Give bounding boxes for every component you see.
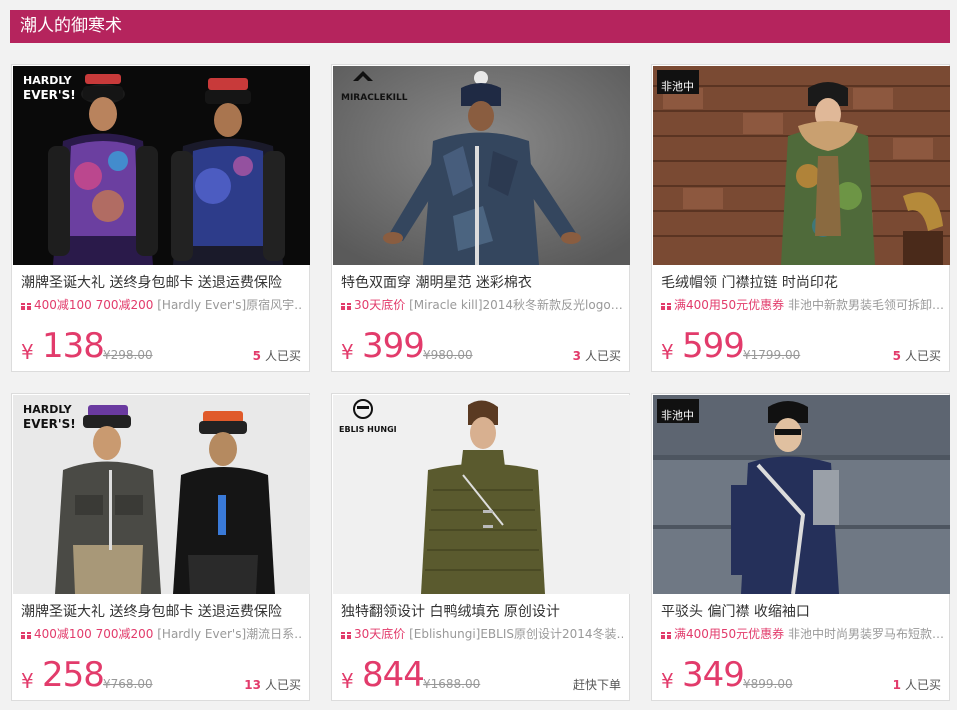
sold-count: 1: [892, 678, 901, 692]
promo-line: 满400用50元优惠券 非池中新款男装毛领可拆卸…: [661, 296, 943, 313]
original-price: ¥899.00: [743, 677, 793, 691]
promo-text: [Eblishungi]EBLIS原创设计2014冬装…: [405, 627, 623, 641]
product-title[interactable]: 平驳头 偏门襟 收缩袖口: [661, 601, 810, 621]
section-header: 潮人的御寒术: [10, 10, 950, 43]
price-row: ¥ 349 ¥899.00 1 人已买: [661, 655, 943, 695]
product-title[interactable]: 特色双面穿 潮明星范 迷彩棉衣: [341, 272, 532, 292]
currency-symbol: ¥: [21, 340, 34, 364]
promo-tag: 满400用50元优惠券: [674, 627, 785, 641]
gift-icon: [21, 300, 31, 310]
price-row: ¥ 399 ¥980.00 3 人已买: [341, 326, 623, 366]
promo-text: [Miracle kill]2014秋冬新款反光logo…: [405, 298, 623, 312]
gift-icon: [21, 629, 31, 639]
promo-text: [Hardly Ever's]潮流日系…: [153, 627, 303, 641]
promo-tag: 400减100 700减200: [34, 627, 154, 641]
product-card[interactable]: HARDLY EVER'S! 潮牌圣诞大礼 送终身包邮卡 送退运费保险 400减…: [11, 64, 310, 372]
current-price: 599: [682, 326, 745, 366]
original-price: ¥1688.00: [423, 677, 481, 691]
svg-text:EBLIS HUNGI: EBLIS HUNGI: [339, 425, 397, 434]
brand-logo: 非池中: [657, 399, 699, 423]
product-title[interactable]: 潮牌圣诞大礼 送终身包邮卡 送退运费保险: [21, 601, 282, 621]
promo-line: 400减100 700减200 [Hardly Ever's]原宿风宇…: [21, 296, 303, 313]
brand-logo: 非池中: [657, 70, 699, 94]
sold-label: 人已买: [904, 349, 941, 363]
gift-icon: [341, 300, 351, 310]
product-image[interactable]: 非池中: [653, 66, 950, 265]
sold-label: 人已买: [264, 349, 301, 363]
product-title[interactable]: 独特翻领设计 白鸭绒填充 原创设计: [341, 601, 560, 621]
svg-text:非池中: 非池中: [661, 80, 694, 93]
sold-label: 人已买: [264, 678, 301, 692]
sold-info: 3 人已买: [573, 347, 621, 364]
price-row: ¥ 138 ¥298.00 5 人已买: [21, 326, 303, 366]
original-price: ¥980.00: [423, 348, 473, 362]
product-image[interactable]: EBLIS HUNGI: [333, 395, 630, 594]
product-title[interactable]: 潮牌圣诞大礼 送终身包邮卡 送退运费保险: [21, 272, 282, 292]
promo-tag: 30天底价: [354, 298, 406, 312]
product-card[interactable]: EBLIS HUNGI 独特翻领设计 白鸭绒填充 原创设计 30天底价 [Ebl…: [331, 393, 630, 701]
current-price: 399: [362, 326, 425, 366]
price-row: ¥ 258 ¥768.00 13 人已买: [21, 655, 303, 695]
currency-symbol: ¥: [661, 340, 674, 364]
brand-logo: HARDLY EVER'S!: [23, 403, 76, 431]
sold-count: 3: [572, 349, 581, 363]
currency-symbol: ¥: [341, 340, 354, 364]
sold-info: 1 人已买: [893, 676, 941, 693]
promo-line: 满400用50元优惠券 非池中时尚男装罗马布短款…: [661, 625, 943, 642]
svg-text:EVER'S!: EVER'S!: [23, 88, 76, 102]
currency-symbol: ¥: [661, 669, 674, 693]
gift-icon: [661, 300, 671, 310]
product-card[interactable]: HARDLY EVER'S! 潮牌圣诞大礼 送终身包邮卡 送退运费保险 400减…: [11, 393, 310, 701]
sold-count: 13: [244, 678, 261, 692]
product-image[interactable]: 非池中: [653, 395, 950, 594]
promo-line: 400减100 700减200 [Hardly Ever's]潮流日系…: [21, 625, 303, 642]
sold-count: 5: [892, 349, 901, 363]
product-title[interactable]: 毛绒帽领 门襟拉链 时尚印花: [661, 272, 838, 292]
product-card[interactable]: 非池中 平驳头 偏门襟 收缩袖口 满400用50元优惠券 非池中时尚男装罗马布短…: [651, 393, 950, 701]
current-price: 349: [682, 655, 745, 695]
sold-label: 人已买: [584, 349, 621, 363]
price-row: ¥ 599 ¥1799.00 5 人已买: [661, 326, 943, 366]
currency-symbol: ¥: [341, 669, 354, 693]
original-price: ¥768.00: [103, 677, 153, 691]
svg-text:HARDLY: HARDLY: [23, 403, 73, 416]
promo-tag: 30天底价: [354, 627, 406, 641]
product-image[interactable]: MIRACLEKILL: [333, 66, 630, 265]
product-card[interactable]: 非池中 毛绒帽领 门襟拉链 时尚印花 满400用50元优惠券 非池中新款男装毛领…: [651, 64, 950, 372]
original-price: ¥1799.00: [743, 348, 801, 362]
sold-label: 人已买: [904, 678, 941, 692]
currency-symbol: ¥: [21, 669, 34, 693]
promo-text: 非池中时尚男装罗马布短款…: [784, 627, 943, 641]
promo-text: 非池中新款男装毛领可拆卸…: [784, 298, 943, 312]
brand-logo: HARDLY EVER'S!: [23, 74, 76, 102]
svg-text:MIRACLEKILL: MIRACLEKILL: [341, 93, 408, 103]
sold-count: 5: [252, 349, 261, 363]
original-price: ¥298.00: [103, 348, 153, 362]
promo-line: 30天底价 [Miracle kill]2014秋冬新款反光logo…: [341, 296, 623, 313]
sold-info: 13 人已买: [244, 676, 301, 693]
sold-info: 5 人已买: [893, 347, 941, 364]
svg-text:HARDLY: HARDLY: [23, 74, 73, 87]
svg-text:非池中: 非池中: [661, 409, 694, 422]
sold-info: 赶快下单: [569, 676, 621, 693]
product-card[interactable]: MIRACLEKILL 特色双面穿 潮明星范 迷彩棉衣 30天底价 [Mirac…: [331, 64, 630, 372]
section-title: 潮人的御寒术: [20, 16, 122, 36]
product-image[interactable]: HARDLY EVER'S!: [13, 395, 310, 594]
sold-info: 5 人已买: [253, 347, 301, 364]
promo-text: [Hardly Ever's]原宿风宇…: [153, 298, 303, 312]
current-price: 258: [42, 655, 105, 695]
gift-icon: [661, 629, 671, 639]
gift-icon: [341, 629, 351, 639]
promo-tag: 满400用50元优惠券: [674, 298, 785, 312]
current-price: 138: [42, 326, 105, 366]
promo-tag: 400减100 700减200: [34, 298, 154, 312]
product-image[interactable]: HARDLY EVER'S!: [13, 66, 310, 265]
svg-text:EVER'S!: EVER'S!: [23, 417, 76, 431]
sold-label: 赶快下单: [572, 678, 621, 692]
price-row: ¥ 844 ¥1688.00 赶快下单: [341, 655, 623, 695]
current-price: 844: [362, 655, 425, 695]
promo-line: 30天底价 [Eblishungi]EBLIS原创设计2014冬装…: [341, 625, 623, 642]
